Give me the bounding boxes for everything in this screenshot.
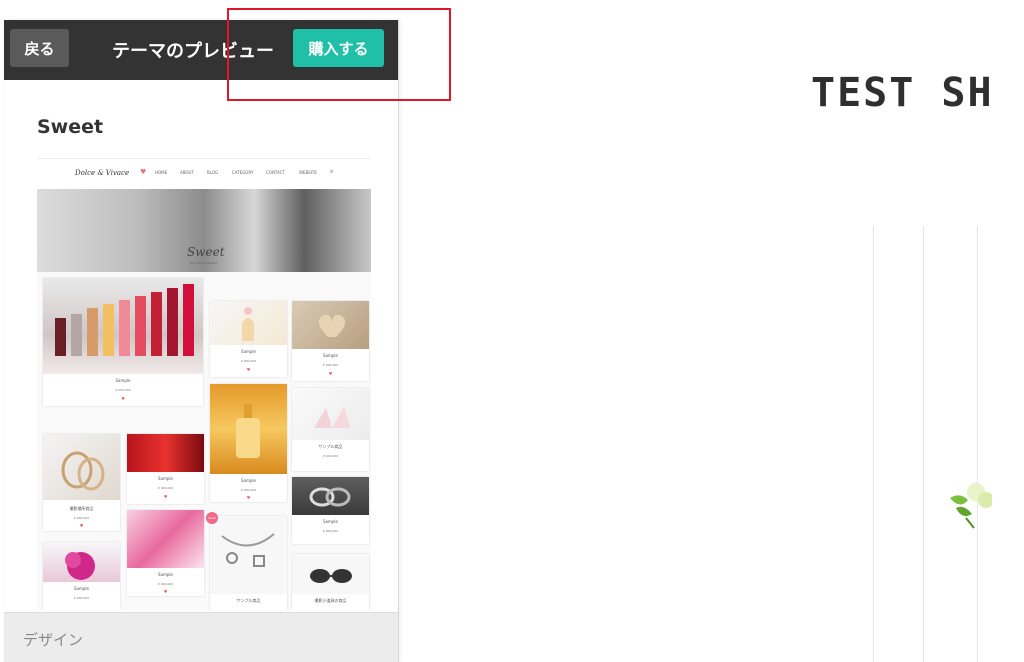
hero-subtitle: Be Always Modest <box>190 261 218 265</box>
product-title: Sample <box>158 572 173 577</box>
thumbnail-nav-link: WEBSITE <box>299 170 317 175</box>
theme-thumbnail[interactable]: Dolce & Vivace ♥ HOME ABOUT BLOG CATEGOR… <box>37 158 371 610</box>
product-image <box>43 434 120 500</box>
back-button[interactable]: 戻る <box>10 29 69 67</box>
product-title: 撮影小道具の商品 <box>314 598 347 603</box>
product-price: ¥ 000,000 <box>322 363 339 367</box>
heart-icon: ♥ <box>328 371 333 376</box>
theme-preview-panel: 戻る テーマのプレビュー 購入する Sweet Dolce & Vivace ♥… <box>4 20 399 662</box>
shop-title: TEST SHOP <box>811 70 992 116</box>
heart-icon: ♥ <box>246 495 251 500</box>
shop-hero-image <box>873 226 992 662</box>
thumbnail-nav-link: CATEGORY <box>232 170 254 175</box>
product-card: Sample ¥ 000,000 ♥ <box>210 384 287 502</box>
product-image <box>292 388 369 440</box>
design-section-label: デザイン <box>23 631 84 649</box>
product-image <box>210 516 287 594</box>
sale-badge: SALE <box>206 512 218 524</box>
product-image <box>292 554 369 594</box>
product-price: ¥ 000,000 <box>240 359 257 363</box>
product-price: ¥ 000,000 <box>157 582 174 586</box>
product-card: サンプル商品 <box>210 516 287 610</box>
product-card: Sample ¥ 000,000 ♥ <box>127 510 204 596</box>
hero-logo: Sweet <box>187 245 225 259</box>
highlight-box <box>227 8 451 101</box>
flower-image <box>950 483 992 529</box>
thumbnail-nav: Dolce & Vivace ♥ HOME ABOUT BLOG CATEGOR… <box>37 158 371 190</box>
product-price: ¥ 000,000 <box>73 516 90 520</box>
heart-icon: ♥ <box>163 494 168 499</box>
product-image <box>210 384 287 474</box>
product-title: Sample <box>241 349 256 354</box>
heart-icon: ♥ <box>163 589 168 594</box>
product-card: Sample ¥ 000,000 <box>43 542 120 610</box>
product-title: Sample <box>115 378 131 383</box>
product-price: ¥ 000,000 <box>115 388 131 392</box>
product-title: Sample <box>74 586 89 591</box>
thumbnail-nav-link: HOME <box>155 170 168 175</box>
product-image <box>292 477 369 515</box>
product-card: Sample ¥ 000,000 ♥ <box>127 434 204 504</box>
product-image <box>127 510 204 568</box>
product-title: Sample <box>158 476 173 481</box>
product-title: 撮影場所商品 <box>69 506 94 511</box>
product-title: サンプル商品 <box>318 444 343 449</box>
product-image <box>43 278 203 374</box>
product-title: サンプル商品 <box>236 598 261 603</box>
product-image <box>210 301 287 345</box>
product-image <box>127 434 204 472</box>
product-card: Sample ¥ 000,000 ♥ <box>210 301 287 377</box>
heart-icon: ♥ <box>246 367 251 372</box>
product-card: サンプル商品 ¥ 000,000 <box>292 388 369 471</box>
product-image <box>292 301 369 349</box>
product-title: Sample <box>241 478 256 483</box>
product-title: Sample <box>323 519 338 524</box>
heart-icon: ♥ <box>140 168 147 176</box>
heart-icon: ♥ <box>121 396 125 401</box>
product-card: Sample ¥ 000,000 ♥ <box>43 278 203 406</box>
thumbnail-hero: Sweet Be Always Modest <box>37 189 371 272</box>
heart-icon: ♥ <box>79 523 84 528</box>
thumbnail-nav-link: ABOUT <box>180 170 194 175</box>
thumbnail-logo: Dolce & Vivace <box>75 169 130 177</box>
design-section[interactable]: デザイン <box>4 612 398 662</box>
product-price: ¥ 000,000 <box>73 596 90 600</box>
product-price: ¥ 000,000 <box>322 454 339 458</box>
thumbnail-nav-link: BLOG <box>207 170 219 175</box>
product-card: 撮影小道具の商品 <box>292 554 369 610</box>
product-card: Sample ¥ 000,000 <box>292 477 369 544</box>
product-price: ¥ 000,000 <box>322 529 339 533</box>
product-card: Sample ¥ 000,000 ♥ <box>292 301 369 381</box>
thumbnail-nav-link: CONTACT <box>266 170 285 175</box>
product-image <box>43 542 120 582</box>
product-price: ¥ 000,000 <box>157 486 174 490</box>
product-card: 撮影場所商品 ¥ 000,000 ♥ <box>43 434 120 531</box>
product-price: ¥ 000,000 <box>240 488 257 492</box>
product-title: Sample <box>323 353 338 358</box>
search-icon: ⌕ <box>330 168 334 175</box>
theme-name: Sweet <box>37 116 104 138</box>
